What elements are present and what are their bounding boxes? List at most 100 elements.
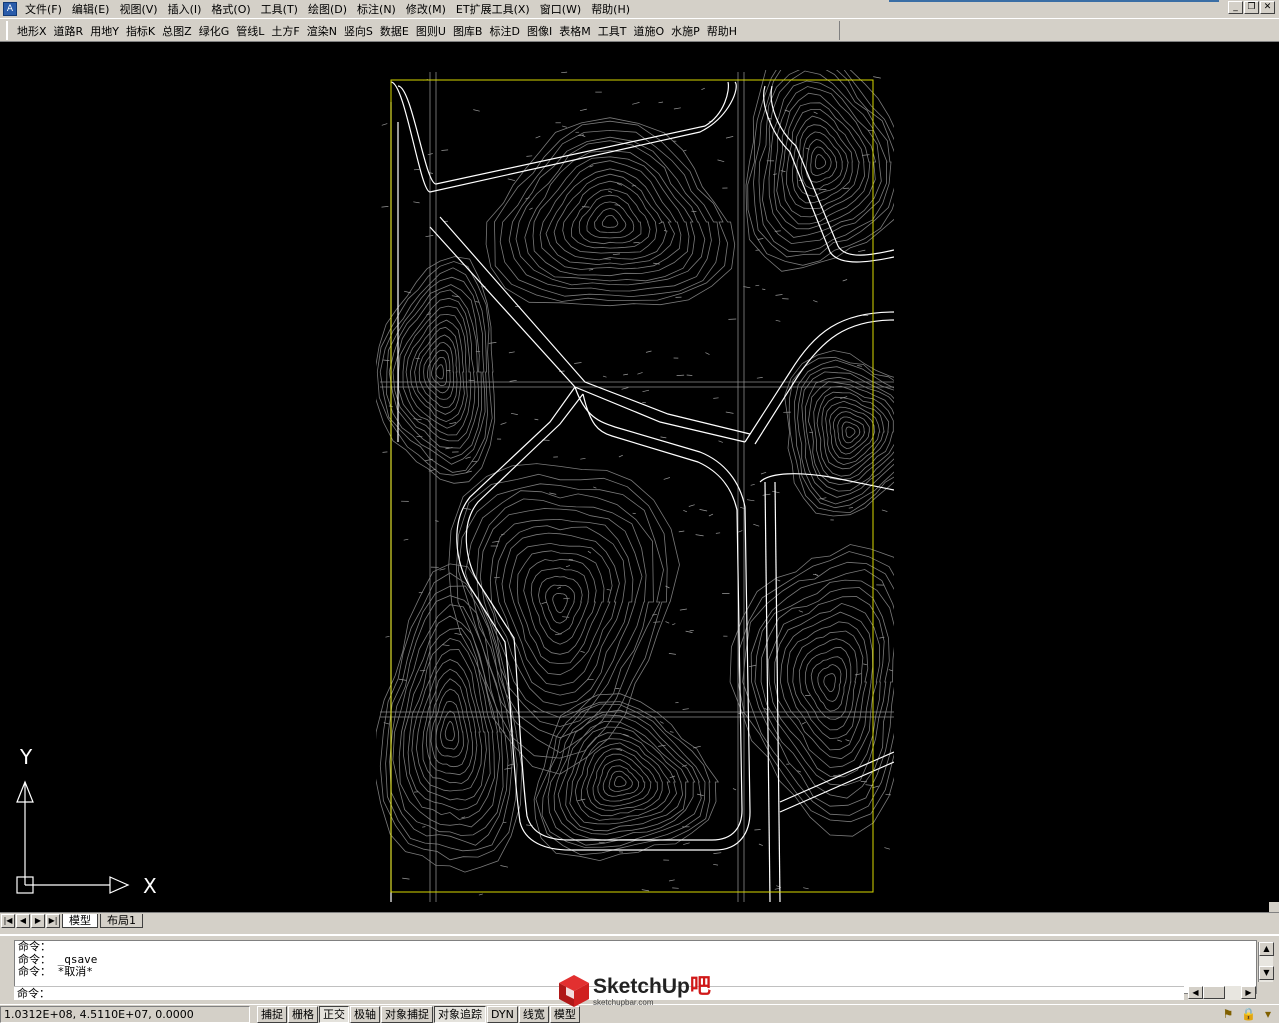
contour-line	[750, 569, 894, 807]
communication-center-icon[interactable]: ⚑	[1221, 1007, 1235, 1021]
tab-model[interactable]: 模型	[62, 913, 98, 928]
close-button[interactable]: ✕	[1260, 1, 1275, 14]
menu-bar: A 文件(F) 编辑(E) 视图(V) 插入(I) 格式(O) 工具(T) 绘图(D) 标注(…	[0, 0, 1279, 17]
terrain-mark	[621, 387, 629, 390]
toolbar-menu-item[interactable]: 道施O	[630, 23, 668, 39]
prev-tab-button[interactable]: ◀	[16, 913, 30, 928]
road-east-loop	[744, 311, 894, 443]
terrain-mark	[760, 471, 767, 475]
lock-icon[interactable]: 🔒	[1241, 1007, 1256, 1021]
status-toggle-button[interactable]: 对象追踪	[434, 1005, 486, 1023]
terrain-mark	[565, 565, 570, 568]
menu-item[interactable]: 标注(N)	[353, 1, 402, 17]
last-tab-button[interactable]: ▶|	[46, 913, 60, 928]
scroll-down-icon[interactable]: ▼	[1259, 966, 1274, 980]
road-vertical-east	[764, 481, 771, 902]
toolbar-menu-item[interactable]: 图像I	[524, 23, 556, 39]
status-toggle-button[interactable]: 栅格	[288, 1005, 318, 1023]
terrain-mark	[415, 357, 420, 360]
toolbar-menu-item[interactable]: 总图Z	[159, 23, 196, 39]
status-toggle-button[interactable]: 线宽	[518, 1005, 549, 1023]
toolbar-menu-item[interactable]: 地形X	[14, 23, 51, 39]
terrain-mark	[563, 597, 570, 600]
first-tab-button[interactable]: |◀	[1, 913, 15, 928]
terrain-mark	[402, 877, 410, 880]
scroll-thumb[interactable]	[1203, 986, 1225, 999]
toolbar-menu-item[interactable]: 土方F	[268, 23, 303, 39]
toolbar-menu-item[interactable]: 绿化G	[196, 23, 234, 39]
menu-item[interactable]: 帮助(H)	[587, 1, 636, 17]
minimize-button[interactable]: _	[1228, 1, 1243, 14]
menu-item[interactable]: 插入(I)	[164, 1, 208, 17]
site-plan-drawing[interactable]: Y X	[0, 42, 1279, 912]
toolbar-menu-item[interactable]: 用地Y	[87, 23, 123, 39]
menu-item[interactable]: 编辑(E)	[68, 1, 116, 17]
terrain-mark	[746, 499, 755, 502]
terrain-mark	[501, 533, 505, 536]
toolbar-menu-item[interactable]: 表格M	[556, 23, 595, 39]
toolbar-menu-item[interactable]: 水施P	[668, 23, 704, 39]
toolbar-menu-item[interactable]: 标注D	[486, 23, 523, 39]
terrain-mark	[773, 173, 777, 175]
toolbar-menu-item[interactable]: 图则U	[413, 23, 450, 39]
status-toggles: 捕捉 栅格 正交 极轴 对象捕捉 对象追踪 DYN 线宽 模型	[256, 1005, 580, 1023]
terrain-mark	[645, 350, 652, 353]
restore-button[interactable]: ❐	[1244, 1, 1259, 14]
scroll-left-icon[interactable]: ◀	[1188, 986, 1203, 999]
scroll-track[interactable]	[1259, 956, 1273, 966]
toolbar-menu-item[interactable]: 帮助H	[704, 23, 741, 39]
terrain-mark	[641, 889, 650, 892]
canvas-corner	[1269, 902, 1279, 912]
menu-item[interactable]: 窗口(W)	[536, 1, 587, 17]
toolbar-menu-item[interactable]: 渲染N	[304, 23, 341, 39]
terrain-mark	[441, 149, 449, 151]
terrain-mark	[884, 847, 890, 850]
terrain-mark	[809, 431, 813, 434]
menu-item[interactable]: ET扩展工具(X)	[452, 1, 536, 17]
toolbar-menu-item[interactable]: 图库B	[450, 23, 487, 39]
terrain-mark	[478, 893, 483, 896]
next-tab-button[interactable]: ▶	[31, 913, 45, 928]
tray-settings-icon[interactable]: ▾	[1261, 1007, 1275, 1021]
toolbar-menu-item[interactable]: 工具T	[595, 23, 631, 39]
scroll-up-icon[interactable]: ▲	[1259, 942, 1274, 956]
contour-line	[829, 406, 876, 460]
toolbar-menu-item[interactable]: 道路R	[51, 23, 88, 39]
menu-item[interactable]: 修改(M)	[402, 1, 452, 17]
menu-item[interactable]: 文件(F)	[21, 1, 68, 17]
menu-item[interactable]: 工具(T)	[257, 1, 304, 17]
menu-item[interactable]: 格式(O)	[207, 1, 256, 17]
menu-item[interactable]: 绘图(D)	[304, 1, 353, 17]
tab-layout1[interactable]: 布局1	[100, 913, 143, 928]
terrain-mark	[798, 610, 804, 613]
terrain-mark	[606, 588, 611, 591]
terrain-mark	[732, 788, 737, 791]
terrain-mark	[665, 585, 670, 589]
terrain-mark	[718, 440, 723, 443]
toolbar-menu-item[interactable]: 数据E	[377, 23, 413, 39]
toolbar-menu-item[interactable]: 指标K	[123, 23, 159, 39]
command-horizontal-scrollbar[interactable]: ◀ ▶	[1188, 986, 1256, 1000]
terrain-mark	[862, 154, 870, 156]
status-toggle-button[interactable]: 极轴	[350, 1005, 380, 1023]
terrain-mark	[881, 509, 888, 512]
status-toggle-button[interactable]: 捕捉	[257, 1005, 287, 1023]
command-vertical-scrollbar[interactable]: ▲ ▼	[1258, 942, 1274, 982]
road-diagonal-2	[439, 216, 751, 435]
terrain-mark	[780, 170, 786, 172]
toolbar-menu-item[interactable]: 管线L	[233, 23, 268, 39]
scroll-right-icon[interactable]: ▶	[1241, 986, 1256, 999]
scroll-track[interactable]	[1225, 986, 1241, 1000]
toolbar-menu-item[interactable]: 竖向S	[341, 23, 377, 39]
status-toggle-button[interactable]: 对象捕捉	[381, 1005, 433, 1023]
drawing-canvas[interactable]: Y X	[0, 42, 1279, 912]
terrain-mark	[857, 365, 862, 367]
window-controls: _ ❐ ✕	[1228, 1, 1275, 14]
terrain-mark	[774, 887, 780, 890]
menu-item[interactable]: 视图(V)	[115, 1, 163, 17]
contour-line	[774, 602, 881, 768]
app-icon[interactable]: A	[3, 1, 17, 16]
status-toggle-button[interactable]: 正交	[319, 1005, 349, 1023]
status-toggle-button[interactable]: DYN	[487, 1005, 518, 1023]
contour-line	[571, 188, 651, 249]
